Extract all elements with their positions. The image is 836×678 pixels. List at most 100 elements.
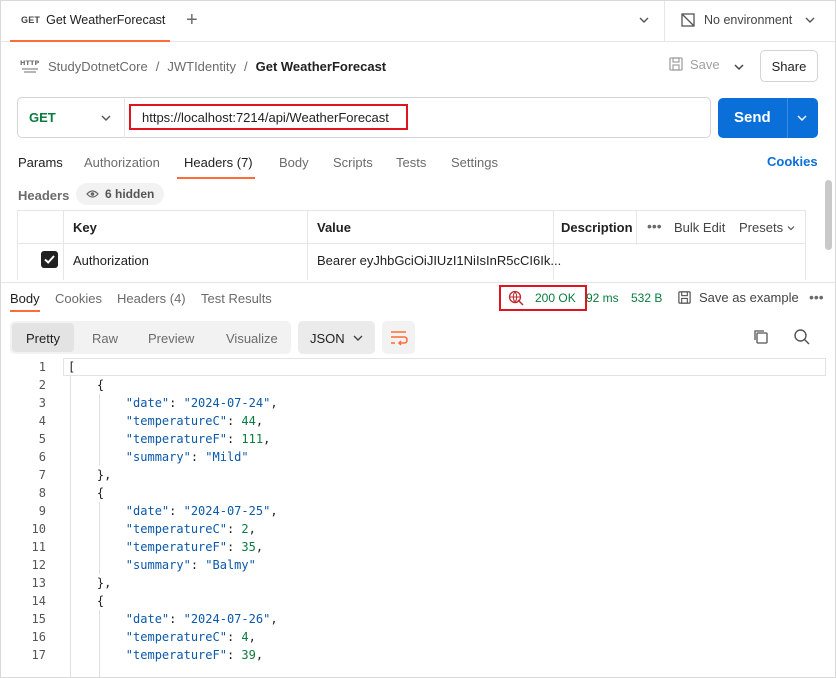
request-tab[interactable]: GET Get WeatherForecast: [10, 0, 170, 42]
tab-headers[interactable]: Headers (7): [184, 155, 253, 170]
line-number: 6: [38, 450, 46, 464]
code-text: "date": "2024-07-24",: [125, 396, 278, 410]
format-chevron-down-icon[interactable]: [351, 331, 365, 345]
response-tab-cookies[interactable]: Cookies: [55, 291, 102, 306]
view-pretty[interactable]: Pretty: [26, 331, 60, 346]
line-number: 3: [38, 396, 46, 410]
send-label[interactable]: Send: [734, 109, 771, 126]
save-button[interactable]: Save: [668, 56, 720, 72]
save-icon: [678, 291, 691, 304]
save-label: Save: [690, 56, 720, 72]
header-value-cell[interactable]: Bearer eyJhbGciOiJIUzI1NiIsInR5cCI6Ik...: [317, 253, 561, 268]
response-tab-headers[interactable]: Headers (4): [117, 291, 186, 306]
code-text: "temperatureF": 39,: [125, 648, 264, 662]
http-icon: HTTP: [20, 59, 39, 73]
code-line: 6 "summary": "Mild": [0, 448, 836, 466]
breadcrumb: HTTP StudyDotnetCore / JWTIdentity / Get…: [20, 55, 386, 77]
view-raw[interactable]: Raw: [92, 331, 118, 346]
save-options-chevron-down-icon[interactable]: [730, 58, 748, 76]
code-text: },: [68, 468, 112, 482]
code-text: "summary": "Balmy": [125, 558, 256, 572]
line-number: 13: [31, 576, 46, 590]
tab-method: GET: [21, 15, 41, 25]
tab-authorization[interactable]: Authorization: [84, 155, 160, 170]
view-visualize[interactable]: Visualize: [226, 331, 278, 346]
checkmark-icon: [44, 255, 55, 264]
line-number: 10: [31, 522, 46, 536]
tab-body[interactable]: Body: [279, 155, 309, 170]
method-selector[interactable]: GET: [29, 110, 56, 125]
environment-chevron-down-icon[interactable]: [803, 13, 817, 27]
tab-settings[interactable]: Settings: [451, 155, 498, 170]
wrap-lines-icon: [391, 331, 408, 346]
search-icon[interactable]: [793, 328, 811, 346]
tab-scripts[interactable]: Scripts: [333, 155, 373, 170]
line-number: 5: [38, 432, 46, 446]
save-as-example-label: Save as example: [699, 290, 799, 305]
code-text: "summary": "Mild": [125, 450, 249, 464]
breadcrumb-separator: /: [243, 58, 248, 74]
code-line: 17 "temperatureF": 39,: [0, 646, 836, 664]
tab-tests[interactable]: Tests: [396, 155, 426, 170]
share-button[interactable]: Share: [760, 50, 818, 82]
response-tab-body[interactable]: Body: [10, 291, 40, 306]
copy-icon[interactable]: [752, 328, 770, 346]
bulk-edit-button[interactable]: Bulk Edit: [674, 220, 725, 235]
more-options-icon[interactable]: •••: [809, 289, 824, 305]
view-preview[interactable]: Preview: [148, 331, 194, 346]
line-number: 14: [31, 594, 46, 608]
presets-dropdown[interactable]: Presets: [739, 220, 796, 235]
code-text: },: [68, 576, 112, 590]
method-chevron-down-icon[interactable]: [99, 111, 113, 125]
scrollbar-thumb[interactable]: [825, 180, 832, 250]
response-tab-test-results[interactable]: Test Results: [201, 291, 272, 306]
breadcrumb-folder[interactable]: JWTIdentity: [167, 59, 236, 74]
code-text: {: [68, 486, 105, 500]
code-text: [: [68, 360, 76, 374]
chevron-down-icon: [787, 225, 795, 230]
line-number: 16: [31, 630, 46, 644]
environment-label: No environment: [704, 13, 793, 27]
code-text: "temperatureF": 35,: [125, 540, 264, 554]
code-text: "temperatureF": 111,: [125, 432, 271, 446]
line-number: 15: [31, 612, 46, 626]
response-size[interactable]: 532 B: [631, 291, 662, 305]
code-line: 1[: [0, 358, 836, 376]
environment-selector[interactable]: No environment: [680, 12, 792, 28]
code-line: 4 "temperatureC": 44,: [0, 412, 836, 430]
divider: [307, 210, 308, 280]
code-text: "date": "2024-07-25",: [125, 504, 278, 518]
hidden-headers-toggle[interactable]: 6 hidden: [76, 183, 165, 205]
code-line: 8 {: [0, 484, 836, 502]
line-number: 7: [38, 468, 46, 482]
divider: [553, 210, 554, 280]
save-as-example-button[interactable]: Save as example: [677, 290, 799, 305]
active-tab-indicator: [10, 310, 40, 312]
presets-label: Presets: [739, 220, 784, 235]
line-number: 4: [38, 414, 46, 428]
line-number: 9: [38, 504, 46, 518]
response-time[interactable]: 92 ms: [586, 291, 619, 305]
code-text: {: [68, 378, 105, 392]
new-tab-plus-icon[interactable]: +: [186, 10, 198, 30]
send-options-chevron-down-icon[interactable]: [795, 111, 809, 125]
divider: [664, 0, 665, 42]
format-label[interactable]: JSON: [310, 331, 345, 346]
code-line: 2 {: [0, 376, 836, 394]
divider: [124, 97, 125, 138]
hidden-count: 6 hidden: [105, 187, 155, 201]
response-body-code[interactable]: 1[2 { 3 "date": "2024-07-24", 4 "temperatu…: [0, 358, 836, 678]
header-enabled-checkbox[interactable]: [41, 251, 58, 268]
more-options-icon[interactable]: •••: [647, 218, 662, 234]
code-line: 15 "date": "2024-07-26",: [0, 610, 836, 628]
tab-params[interactable]: Params: [18, 155, 63, 170]
wrap-lines-button[interactable]: [382, 321, 415, 354]
header-key-cell[interactable]: Authorization: [73, 253, 149, 268]
code-line: 16 "temperatureC": 4,: [0, 628, 836, 646]
tab-list-chevron-down-icon[interactable]: [637, 13, 651, 27]
column-header-description: Description: [561, 220, 633, 235]
breadcrumb-collection[interactable]: StudyDotnetCore: [48, 59, 148, 74]
column-header-value: Value: [317, 220, 351, 235]
cookies-link[interactable]: Cookies: [767, 154, 818, 169]
breadcrumb-request[interactable]: Get WeatherForecast: [256, 59, 387, 74]
